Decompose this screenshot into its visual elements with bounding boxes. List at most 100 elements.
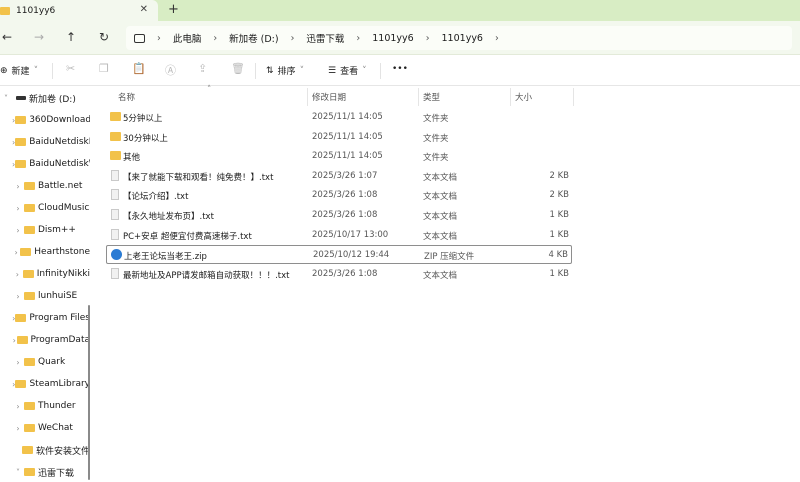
sidebar-item[interactable]: ›BaiduNetdiskWorkspace: [0, 154, 90, 174]
breadcrumb-item[interactable]: 新加卷 (D:): [229, 31, 278, 45]
back-button[interactable]: ←: [2, 30, 12, 44]
chevron-right-icon: ›: [425, 32, 430, 44]
share-icon[interactable]: ⇪: [198, 62, 207, 75]
sidebar-item[interactable]: › lunhuiSE: [0, 286, 90, 306]
sidebar-item[interactable]: › CloudMusic: [0, 198, 90, 218]
sidebar-item-label: BaiduNetdiskWorkspace: [29, 159, 90, 169]
sidebar-item[interactable]: › Battle.net: [0, 176, 90, 196]
chevron-down-icon[interactable]: ˅: [12, 468, 24, 477]
column-divider[interactable]: [418, 88, 419, 106]
new-button[interactable]: ⊕ 新建 ˅: [0, 64, 38, 78]
view-button[interactable]: ☰ 查看 ˅: [328, 64, 367, 78]
copy-icon[interactable]: ❐: [99, 62, 109, 75]
file-date: 2025/3/26 1:08: [312, 190, 378, 201]
chevron-right-icon[interactable]: ›: [12, 204, 24, 213]
address-bar[interactable]: › 此电脑 › 新加卷 (D:) › 迅雷下载 › 1101yy6 › 1101…: [126, 26, 792, 50]
sidebar-item[interactable]: › Quark: [0, 352, 90, 372]
sidebar-item[interactable]: › 360Downloads: [0, 110, 90, 130]
chevron-right-icon[interactable]: ›: [12, 270, 23, 279]
chevron-right-icon: ›: [290, 32, 295, 44]
sidebar-item-label: 迅雷下载: [38, 468, 75, 479]
chevron-right-icon[interactable]: ›: [12, 182, 24, 191]
drive-icon: [16, 96, 26, 100]
sidebar-item[interactable]: › WeChat: [0, 418, 90, 438]
column-divider[interactable]: [573, 88, 574, 106]
sidebar-item-label: 软件安装文件: [35, 446, 90, 457]
file-date: 2025/11/1 14:05: [312, 151, 383, 162]
file-row[interactable]: 5分钟以上 2025/11/1 14:05 文件夹: [106, 108, 572, 127]
text-file-icon: [111, 267, 119, 279]
column-header-name[interactable]: 名称: [118, 91, 135, 103]
file-row[interactable]: 30分钟以上 2025/11/1 14:05 文件夹: [106, 128, 572, 147]
column-divider[interactable]: [510, 88, 511, 106]
file-type: 文本文档: [423, 192, 458, 203]
sidebar-item-label: Dism++: [38, 225, 76, 235]
file-row[interactable]: PC+安卓 超便宜付费高速梯子.txt 2025/10/17 13:00 文本文…: [106, 226, 572, 245]
file-name: 上老王论坛当老王.zip: [124, 252, 207, 263]
file-size: 1 KB: [549, 268, 569, 279]
refresh-button[interactable]: ↻: [99, 30, 109, 44]
sort-ascending-icon: ˄: [207, 85, 212, 95]
chevron-right-icon[interactable]: ›: [12, 248, 20, 257]
sidebar-item[interactable]: › ProgramData: [0, 330, 90, 350]
sidebar-item[interactable]: 软件安装文件: [0, 440, 90, 460]
column-header-type[interactable]: 类型: [423, 91, 440, 103]
sidebar-item[interactable]: › Dism++: [0, 220, 90, 240]
tab-1101yy6[interactable]: 1101yy6 ✕: [0, 0, 158, 21]
file-date: 2025/11/1 14:05: [312, 112, 383, 122]
chevron-right-icon[interactable]: ›: [12, 226, 24, 235]
sidebar-scrollbar[interactable]: [88, 305, 90, 480]
sidebar-item[interactable]: ›BaiduNetdiskDownload: [0, 132, 90, 152]
more-options-button[interactable]: •••: [392, 64, 408, 74]
up-button[interactable]: ↑: [66, 30, 76, 44]
rename-icon[interactable]: Ⓐ: [165, 62, 176, 78]
sidebar-item[interactable]: › Thunder: [0, 396, 90, 416]
chevron-right-icon[interactable]: ›: [12, 358, 24, 367]
cut-icon[interactable]: ✂: [66, 62, 75, 75]
sidebar-item-label: BaiduNetdiskDownload: [29, 137, 90, 147]
chevron-right-icon[interactable]: ›: [12, 424, 24, 433]
sidebar-item[interactable]: › InfinityNikki: [0, 264, 90, 284]
paste-icon[interactable]: 📋: [132, 62, 146, 75]
file-row[interactable]: 上老王论坛当老王.zip 2025/10/12 19:44 ZIP 压缩文件 4…: [106, 245, 572, 265]
breadcrumb-item[interactable]: 迅雷下载: [306, 31, 344, 45]
divider: [255, 63, 256, 79]
chevron-right-icon[interactable]: ›: [12, 336, 17, 345]
column-divider[interactable]: [307, 88, 308, 106]
folder-icon: [15, 314, 27, 322]
forward-button[interactable]: →: [34, 30, 44, 44]
file-name: PC+安卓 超便宜付费高速梯子.txt: [123, 231, 252, 242]
sidebar-item[interactable]: › SteamLibrary: [0, 374, 90, 394]
new-tab-button[interactable]: +: [168, 2, 179, 17]
address-row: ← → ↑ ↻ › 此电脑 › 新加卷 (D:) › 迅雷下载 › 1101yy…: [0, 21, 800, 55]
file-name: 5分钟以上: [123, 114, 163, 124]
folder-icon: [24, 358, 35, 366]
folder-icon: [110, 151, 121, 161]
close-icon[interactable]: ✕: [140, 4, 148, 15]
sidebar-item-label: SteamLibrary: [29, 379, 90, 389]
breadcrumb-item[interactable]: 此电脑: [173, 31, 202, 45]
chevron-right-icon[interactable]: ›: [12, 402, 24, 411]
sort-button[interactable]: ⇅ 排序 ˅: [266, 64, 304, 78]
breadcrumb-item[interactable]: 1101yy6: [372, 33, 413, 44]
sidebar-item[interactable]: ˅ 迅雷下载: [0, 462, 90, 482]
file-row[interactable]: 【论坛介绍】.txt 2025/3/26 1:08 文本文档 2 KB: [106, 186, 572, 205]
file-row[interactable]: 其他 2025/11/1 14:05 文件夹: [106, 147, 572, 166]
sidebar-item-label: Battle.net: [38, 181, 83, 191]
file-type: 文件夹: [423, 114, 449, 124]
column-header-date[interactable]: 修改日期: [312, 91, 346, 103]
sidebar-item-drive[interactable]: ˅ 新加卷 (D:): [0, 88, 90, 108]
file-row[interactable]: 【永久地址发布页】.txt 2025/3/26 1:08 文本文档 1 KB: [106, 206, 572, 225]
breadcrumb-item[interactable]: 1101yy6: [442, 33, 483, 44]
sidebar-item-label: Hearthstone: [34, 247, 90, 257]
folder-icon: [15, 160, 27, 168]
delete-icon[interactable]: 🗑: [231, 62, 245, 75]
sidebar-item[interactable]: › Program Files: [0, 308, 90, 328]
file-row[interactable]: 【来了就能下载和观看！纯免费！】.txt 2025/3/26 1:07 文本文档…: [106, 167, 572, 186]
file-name: 【论坛介绍】.txt: [123, 192, 189, 203]
chevron-right-icon[interactable]: ›: [12, 292, 24, 301]
file-row[interactable]: 最新地址及APP请发邮箱自动获取！！！.txt 2025/3/26 1:08 文…: [106, 265, 572, 284]
column-header-size[interactable]: 大小: [515, 91, 532, 103]
chevron-down-icon[interactable]: ˅: [0, 94, 12, 103]
sidebar-item[interactable]: › Hearthstone: [0, 242, 90, 262]
